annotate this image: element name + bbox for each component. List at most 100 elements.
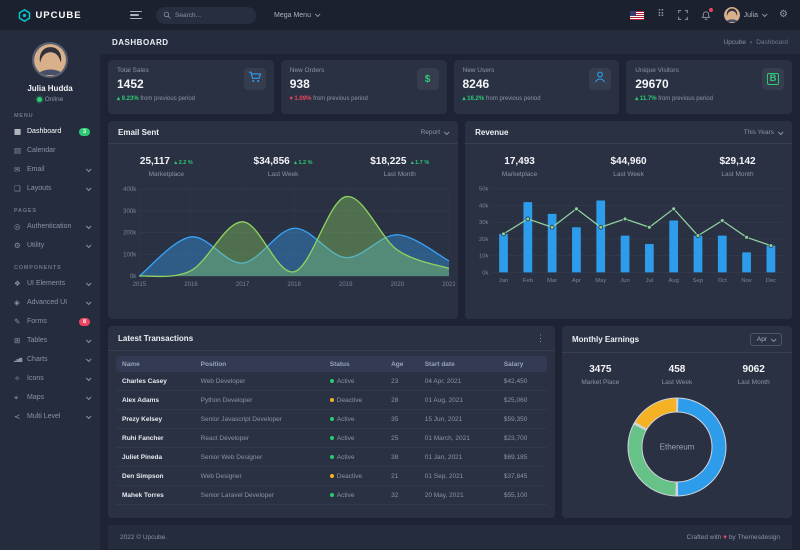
sidebar-item-forms[interactable]: ✎Forms8: [0, 312, 100, 331]
stat-delta: ▾ 1.09% from previous period: [290, 95, 438, 102]
stat-value: 29670: [635, 77, 783, 91]
notifications-bell-icon[interactable]: [701, 10, 711, 21]
column-header-status[interactable]: Status: [324, 356, 385, 372]
sidebar-item-multi-level[interactable]: ≺Multi Level: [0, 407, 100, 426]
stat-icon-box: [589, 68, 611, 90]
stat-card-total-sales: Total Sales1452▴ 9.23% from previous per…: [108, 60, 274, 114]
breadcrumb-root-link[interactable]: Upcube: [724, 39, 746, 46]
menu-toggle-icon[interactable]: [130, 9, 142, 22]
user-menu[interactable]: Julia: [724, 7, 766, 23]
cell-age: 25: [385, 429, 419, 448]
search-box: [156, 7, 256, 24]
stat-label: Total Sales: [117, 67, 265, 74]
breadcrumb: Upcube › Dashboard: [724, 39, 788, 46]
status-dot-icon: [330, 455, 334, 459]
column-header-age[interactable]: Age: [385, 356, 419, 372]
stat-delta: ▴ 16.2% from previous period: [463, 95, 611, 102]
transactions-table: NamePositionStatusAgeStart dateSalary Ch…: [116, 356, 547, 505]
sidebar-item-email[interactable]: ✉Email: [0, 160, 100, 179]
chevron-down-icon: [86, 185, 92, 191]
column-header-salary[interactable]: Salary: [498, 356, 547, 372]
chevron-down-icon: [778, 129, 784, 135]
cell-name: Prezy Kelsey: [116, 410, 195, 429]
page-title: DASHBOARD: [112, 38, 169, 47]
chart-stat: 25,117 ▴ 2.2 %Marketplace: [108, 151, 225, 178]
svg-text:0k: 0k: [482, 270, 488, 276]
nav-label: UI Elements: [27, 280, 65, 287]
sidebar-item-dashboard[interactable]: ▦Dashboard3: [0, 122, 100, 141]
mega-menu-label: Mega Menu: [274, 12, 311, 19]
report-dropdown-label: Report: [421, 129, 441, 136]
svg-text:40k: 40k: [479, 203, 488, 209]
svg-text:Aug: Aug: [669, 278, 679, 284]
nav-label: Dashboard: [27, 128, 61, 135]
more-options-icon[interactable]: ⋮: [536, 333, 545, 344]
settings-gear-icon[interactable]: ⚙: [779, 10, 788, 20]
language-flag-icon[interactable]: [630, 11, 644, 20]
email-icon: ✉: [14, 165, 27, 174]
sidebar-item-advanced-ui[interactable]: ◈Advanced UI: [0, 293, 100, 312]
sidebar-item-ui-elements[interactable]: ❖UI Elements: [0, 274, 100, 293]
sidebar-item-calendar[interactable]: ▤Calendar: [0, 141, 100, 160]
cell-status: Active: [324, 429, 385, 448]
chart-stat-label: Last Week: [574, 171, 683, 178]
stat-label: New Users: [463, 67, 611, 74]
revenue-stats: 17,493Marketplace$44,960Last Week$29,142…: [465, 144, 792, 180]
sidebar-item-charts[interactable]: ▂▅▇Charts: [0, 350, 100, 369]
svg-text:Nov: Nov: [741, 278, 751, 284]
chart-stat-value: $34,856: [254, 156, 290, 167]
this-years-dropdown[interactable]: This Years: [744, 129, 782, 136]
fullscreen-icon[interactable]: [678, 10, 688, 20]
chart-stat-label: Marketplace: [108, 171, 225, 178]
cell-salary: $55,100: [498, 486, 547, 505]
stat-card-new-users: New Users8246▴ 16.2% from previous perio…: [454, 60, 620, 114]
sidebar-item-utility[interactable]: ⚙Utility: [0, 236, 100, 255]
sidebar-item-icons[interactable]: ✧Icons: [0, 369, 100, 388]
cell-status: Active: [324, 448, 385, 467]
nav-label: Forms: [27, 318, 47, 325]
sidebar-item-layouts[interactable]: ❏Layouts: [0, 179, 100, 198]
advanced-ui-icon: ◈: [14, 298, 27, 307]
dashboard-icon: ▦: [14, 127, 27, 136]
nav-label: Icons: [27, 375, 44, 382]
avatar: [32, 42, 68, 78]
cell-position: Senior Laravel Developer: [195, 486, 324, 505]
breadcrumb-current: Dashboard: [756, 39, 788, 46]
table-row: Alex AdamsPython DeveloperDeactive2801 A…: [116, 391, 547, 410]
chevron-down-icon: [86, 413, 92, 419]
svg-text:Sep: Sep: [693, 278, 703, 284]
revenue-title: Revenue: [475, 128, 508, 137]
column-header-name[interactable]: Name: [116, 356, 195, 372]
cell-age: 28: [385, 391, 419, 410]
column-header-start-date[interactable]: Start date: [419, 356, 498, 372]
report-dropdown[interactable]: Report: [421, 129, 449, 136]
nav-label: Multi Level: [27, 413, 60, 420]
sidebar-item-authentication[interactable]: ◎Authentication: [0, 217, 100, 236]
nav-label: Email: [27, 166, 45, 173]
cell-position: Web Designer: [195, 467, 324, 486]
email-sent-chart: 0k100k200k300k400k2015201620172018201920…: [111, 181, 455, 296]
month-dropdown[interactable]: Apr: [750, 333, 782, 346]
sidebar-item-maps[interactable]: ⌖Maps: [0, 388, 100, 407]
this-years-dropdown-label: This Years: [744, 129, 774, 136]
cell-status: Active: [324, 486, 385, 505]
cell-name: Juliet Pineda: [116, 448, 195, 467]
chart-stat-value: 25,117: [140, 156, 170, 167]
logo[interactable]: UPCUBE: [0, 9, 100, 22]
sidebar-item-tables[interactable]: ⊞Tables: [0, 331, 100, 350]
search-input[interactable]: [175, 12, 245, 19]
mega-menu-button[interactable]: Mega Menu: [274, 12, 319, 19]
authentication-icon: ◎: [14, 222, 27, 231]
maps-icon: ⌖: [14, 393, 27, 403]
nav-label: Authentication: [27, 223, 71, 230]
status-dot-icon: [330, 436, 334, 440]
monthly-earnings-title: Monthly Earnings: [572, 335, 639, 344]
column-header-position[interactable]: Position: [195, 356, 324, 372]
svg-text:400k: 400k: [123, 187, 137, 193]
search-icon: [163, 11, 171, 19]
nav-label: Utility: [27, 242, 44, 249]
apps-grid-icon[interactable]: ⠿: [657, 10, 664, 20]
cell-name: Alex Adams: [116, 391, 195, 410]
heart-icon: ♥: [723, 534, 727, 541]
page-title-bar: DASHBOARD Upcube › Dashboard: [100, 30, 800, 54]
